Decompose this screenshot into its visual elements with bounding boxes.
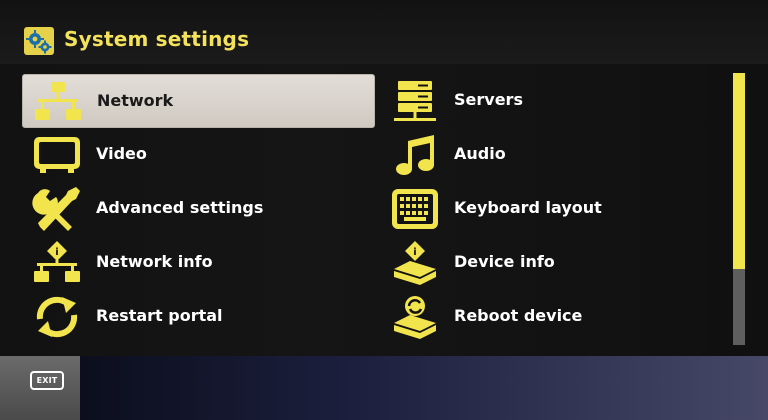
keyboard-icon [390, 187, 440, 231]
menu-item-advanced-settings[interactable]: Advanced settings [22, 182, 375, 236]
tools-icon [32, 187, 82, 231]
menu-item-label: Device info [454, 252, 555, 271]
menu-item-restart-portal[interactable]: Restart portal [22, 290, 375, 344]
header-bar: System settings [0, 0, 768, 64]
music-note-icon [390, 133, 440, 177]
menu-item-label: Network info [96, 252, 213, 271]
menu-item-label: Servers [454, 90, 523, 109]
servers-icon [390, 79, 440, 123]
network-icon [33, 80, 83, 124]
exit-button[interactable]: EXIT [30, 371, 64, 390]
reboot-icon [390, 295, 440, 339]
device-info-icon: i [390, 241, 440, 285]
svg-text:i: i [55, 247, 58, 258]
menu-item-label: Advanced settings [96, 198, 264, 217]
network-info-icon: i [32, 241, 82, 285]
gears-icon [24, 27, 54, 55]
menu-item-label: Video [96, 144, 147, 163]
page-title: System settings [64, 27, 250, 51]
menu-item-label: Restart portal [96, 306, 223, 325]
menu-item-network[interactable]: Network [22, 74, 375, 128]
menu-item-reboot-device[interactable]: Reboot device [380, 290, 720, 344]
menu-item-label: Network [97, 91, 174, 110]
menu-item-device-info[interactable]: i Device info [380, 236, 720, 290]
restart-icon [32, 295, 82, 339]
menu-item-label: Reboot device [454, 306, 583, 325]
menu-item-keyboard-layout[interactable]: Keyboard layout [380, 182, 720, 236]
monitor-icon [32, 133, 82, 177]
scrollbar-thumb[interactable] [733, 73, 745, 269]
menu-item-label: Audio [454, 144, 506, 163]
menu-item-label: Keyboard layout [454, 198, 602, 217]
menu-item-video[interactable]: Video [22, 128, 375, 182]
menu-item-network-info[interactable]: i Network info [22, 236, 375, 290]
menu-item-servers[interactable]: Servers [380, 74, 720, 128]
footer-bar [0, 356, 768, 420]
svg-text:i: i [413, 247, 416, 258]
menu-item-audio[interactable]: Audio [380, 128, 720, 182]
